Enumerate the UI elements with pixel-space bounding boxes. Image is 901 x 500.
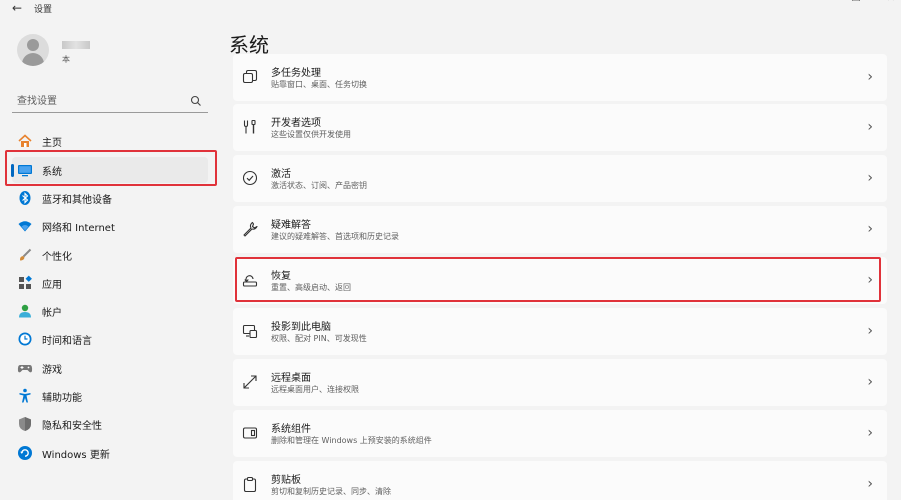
project-to-pc-icon xyxy=(241,322,259,340)
sidebar-item-label: 隐私和安全性 xyxy=(42,420,102,432)
sidebar-item-accounts[interactable]: 帐户 xyxy=(12,298,208,324)
avatar-body xyxy=(22,53,44,66)
update-icon xyxy=(16,445,33,462)
developer-tools-icon xyxy=(241,118,259,136)
chevron-right-icon: › xyxy=(867,323,873,339)
maximize-button[interactable]: ❐ xyxy=(849,0,863,4)
wrench-icon xyxy=(241,220,259,238)
card-title: 远程桌面 xyxy=(271,373,311,384)
card-description: 远程桌面用户、连接权限 xyxy=(271,385,359,394)
setting-card-project-to-pc[interactable]: 投影到此电脑 权限、配对 PIN、可发现性 › xyxy=(233,308,887,355)
card-description: 这些设置仅供开发使用 xyxy=(271,130,351,139)
chevron-right-icon: › xyxy=(867,69,873,85)
search-icon[interactable] xyxy=(190,95,202,107)
minimize-button[interactable]: — xyxy=(803,0,817,4)
sidebar-item-apps[interactable]: 应用 xyxy=(12,270,208,296)
chevron-right-icon: › xyxy=(867,119,873,135)
setting-card-system-components[interactable]: 系统组件 删除和管理在 Windows 上预安装的系统组件 › xyxy=(233,410,887,457)
sidebar-item-label: 时间和语言 xyxy=(42,335,92,347)
sidebar-item-network[interactable]: 网络和 Internet xyxy=(12,213,208,239)
card-title: 疑难解答 xyxy=(271,220,311,231)
chevron-right-icon: › xyxy=(867,170,873,186)
search-input[interactable] xyxy=(17,93,187,109)
sidebar-item-windows-update[interactable]: Windows 更新 xyxy=(12,440,208,466)
time-language-icon xyxy=(16,331,33,348)
card-description: 贴靠窗口、桌面、任务切换 xyxy=(271,80,367,89)
card-description: 剪切和复制历史记录、同步、清除 xyxy=(271,487,391,496)
chevron-right-icon: › xyxy=(867,425,873,441)
sidebar-item-label: 蓝牙和其他设备 xyxy=(42,194,112,206)
sidebar-item-bluetooth[interactable]: 蓝牙和其他设备 xyxy=(12,185,208,211)
chevron-right-icon: › xyxy=(867,221,873,237)
card-description: 激活状态、订阅、产品密钥 xyxy=(271,181,367,190)
user-name-blurred xyxy=(62,41,90,49)
activation-check-icon xyxy=(241,169,259,187)
setting-card-troubleshoot[interactable]: 疑难解答 建议的疑难解答、首选项和历史记录 › xyxy=(233,206,887,253)
sidebar-item-label: Windows 更新 xyxy=(42,449,110,461)
multitasking-icon xyxy=(241,68,259,86)
sidebar-item-label: 网络和 Internet xyxy=(42,222,115,234)
sidebar-item-label: 应用 xyxy=(42,279,62,291)
back-button[interactable]: ← xyxy=(6,0,28,17)
card-title: 剪贴板 xyxy=(271,475,301,486)
setting-card-activation[interactable]: 激活 激活状态、订阅、产品密钥 › xyxy=(233,155,887,202)
card-title: 激活 xyxy=(271,169,291,180)
card-title: 多任务处理 xyxy=(271,68,321,79)
card-title: 系统组件 xyxy=(271,424,311,435)
setting-card-clipboard[interactable]: 剪贴板 剪切和复制历史记录、同步、清除 › xyxy=(233,461,887,500)
card-description: 建议的疑难解答、首选项和历史记录 xyxy=(271,232,399,241)
account-icon xyxy=(16,303,33,320)
home-icon xyxy=(16,133,33,150)
system-components-icon xyxy=(241,424,259,442)
setting-card-remote-desktop[interactable]: 远程桌面 远程桌面用户、连接权限 › xyxy=(233,359,887,406)
accessibility-icon xyxy=(16,388,33,405)
wifi-icon xyxy=(16,218,33,235)
brush-icon xyxy=(16,247,33,264)
gamepad-icon xyxy=(16,360,33,377)
setting-card-developer-options[interactable]: 开发者选项 这些设置仅供开发使用 › xyxy=(233,104,887,151)
card-title: 开发者选项 xyxy=(271,118,321,129)
sidebar-item-personalization[interactable]: 个性化 xyxy=(12,242,208,268)
highlight-box-system xyxy=(5,150,217,186)
shield-icon xyxy=(16,416,33,433)
remote-desktop-icon xyxy=(241,373,259,391)
chevron-right-icon: › xyxy=(867,374,873,390)
search-box[interactable] xyxy=(12,90,208,113)
sidebar-item-accessibility[interactable]: 辅助功能 xyxy=(12,383,208,409)
clipboard-icon xyxy=(241,475,259,493)
sidebar-item-label: 游戏 xyxy=(42,364,62,376)
apps-icon xyxy=(16,275,33,292)
card-description: 权限、配对 PIN、可发现性 xyxy=(271,334,367,343)
app-title: 设置 xyxy=(34,5,53,15)
card-description: 删除和管理在 Windows 上预安装的系统组件 xyxy=(271,436,432,445)
setting-card-multitasking[interactable]: 多任务处理 贴靠窗口、桌面、任务切换 › xyxy=(233,54,887,101)
sidebar-item-label: 辅助功能 xyxy=(42,392,82,404)
sidebar-item-label: 个性化 xyxy=(42,251,72,263)
sidebar-item-label: 主页 xyxy=(42,137,62,149)
close-button[interactable]: ✕ xyxy=(884,0,898,4)
avatar[interactable] xyxy=(17,34,49,66)
bluetooth-icon xyxy=(16,190,33,207)
sidebar-item-time-language[interactable]: 时间和语言 xyxy=(12,326,208,352)
card-title: 投影到此电脑 xyxy=(271,322,331,333)
user-subtext: 本 xyxy=(62,55,70,64)
sidebar-item-gaming[interactable]: 游戏 xyxy=(12,355,208,381)
sidebar-item-label: 帐户 xyxy=(42,307,62,319)
avatar-head xyxy=(27,39,39,51)
highlight-box-recovery xyxy=(235,257,881,302)
title-bar: ← 设置 — ❐ ✕ xyxy=(0,0,901,18)
sidebar-item-privacy-security[interactable]: 隐私和安全性 xyxy=(12,411,208,437)
chevron-right-icon: › xyxy=(867,476,873,492)
